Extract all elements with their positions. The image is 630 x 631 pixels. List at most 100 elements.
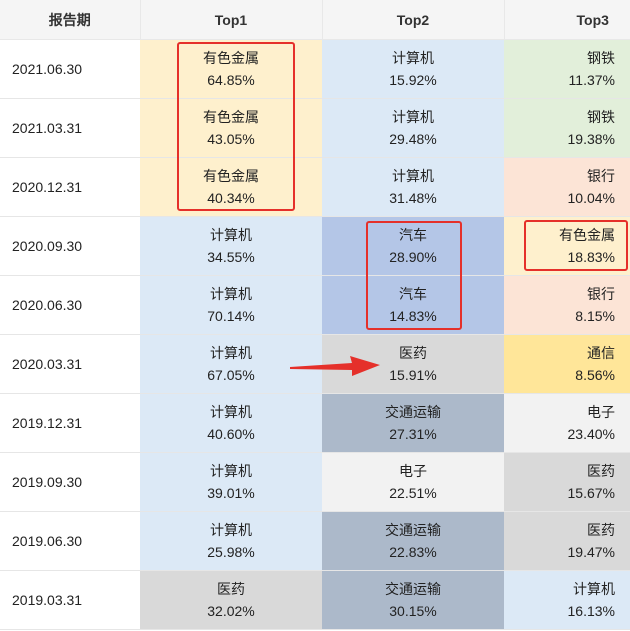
industry-weight: 29.48%: [389, 131, 437, 147]
report-period-cell: 2019.12.31: [0, 393, 140, 453]
top2-cell: 交通运输 22.83%: [322, 511, 504, 571]
industry-weight: 19.38%: [567, 131, 615, 147]
top1-cell: 计算机 25.98%: [140, 511, 322, 571]
header-top3[interactable]: Top3: [504, 0, 630, 40]
industry-weight: 27.31%: [389, 426, 437, 442]
industry-name: 电子: [587, 404, 615, 420]
top2-cell: 计算机 29.48%: [322, 98, 504, 158]
cell-content: 计算机 25.98%: [140, 519, 322, 563]
arrow-annotation: [290, 356, 380, 376]
industry-name: 有色金属: [203, 109, 259, 125]
report-period-cell: 2021.03.31: [0, 98, 140, 158]
industry-weight: 8.56%: [575, 367, 615, 383]
cell-content: 计算机 15.92%: [322, 47, 504, 91]
industry-name: 交通运输: [385, 522, 441, 538]
top3-cell: 电子 23.40%: [504, 393, 630, 453]
top2-cell: 计算机 15.92%: [322, 39, 504, 99]
top2-cell: 交通运输 27.31%: [322, 393, 504, 453]
industry-name: 计算机: [210, 286, 252, 302]
industry-weight: 8.15%: [575, 308, 615, 324]
industry-name: 计算机: [210, 227, 252, 243]
report-period-cell: 2019.06.30: [0, 511, 140, 571]
top2-cell: 汽车 28.90%: [322, 216, 504, 276]
industry-weight: 34.55%: [207, 249, 255, 265]
cell-content: 钢铁 11.37%: [504, 47, 615, 91]
top3-cell: 医药 19.47%: [504, 511, 630, 571]
industry-weight: 70.14%: [207, 308, 255, 324]
industry-weight: 23.40%: [567, 426, 615, 442]
industry-top3-table: 报告期 Top1 Top2 Top3 2021.06.30 有色金属 64.85% 计…: [0, 0, 630, 630]
industry-weight: 15.92%: [389, 72, 437, 88]
industry-name: 汽车: [399, 227, 427, 243]
industry-weight: 18.83%: [567, 249, 615, 265]
industry-weight: 11.37%: [568, 72, 615, 88]
table-row: 2019.03.31 医药 32.02% 交通运输 30.15% 计算机 16.13%: [0, 570, 630, 630]
top1-cell: 有色金属 40.34%: [140, 157, 322, 217]
report-period-cell: 2020.12.31: [0, 157, 140, 217]
industry-name: 通信: [587, 345, 615, 361]
cell-content: 计算机 16.13%: [504, 578, 615, 622]
industry-name: 交通运输: [385, 404, 441, 420]
industry-name: 有色金属: [559, 227, 615, 243]
cell-content: 交通运输 30.15%: [322, 578, 504, 622]
top2-cell: 交通运输 30.15%: [322, 570, 504, 630]
industry-name: 汽车: [399, 286, 427, 302]
cell-content: 银行 8.15%: [504, 283, 615, 327]
top2-cell: 电子 22.51%: [322, 452, 504, 512]
top1-cell: 有色金属 64.85%: [140, 39, 322, 99]
industry-weight: 25.98%: [207, 544, 255, 560]
table-row: 2020.12.31 有色金属 40.34% 计算机 31.48% 银行 10.04%: [0, 157, 630, 217]
cell-content: 电子 22.51%: [322, 460, 504, 504]
table-row: 2019.06.30 计算机 25.98% 交通运输 22.83% 医药 19.47%: [0, 511, 630, 571]
cell-content: 计算机 40.60%: [140, 401, 322, 445]
cell-content: 计算机 29.48%: [322, 106, 504, 150]
cell-content: 汽车 14.83%: [322, 283, 504, 327]
industry-name: 银行: [587, 168, 615, 184]
industry-weight: 28.90%: [389, 249, 437, 265]
cell-content: 计算机 39.01%: [140, 460, 322, 504]
cell-content: 有色金属 43.05%: [140, 106, 322, 150]
top1-cell: 医药 32.02%: [140, 570, 322, 630]
header-top1[interactable]: Top1: [140, 0, 323, 40]
industry-weight: 43.05%: [207, 131, 255, 147]
top3-cell: 钢铁 11.37%: [504, 39, 630, 99]
cell-content: 有色金属 64.85%: [140, 47, 322, 91]
cell-content: 计算机 34.55%: [140, 224, 322, 268]
industry-weight: 14.83%: [389, 308, 437, 324]
cell-content: 医药 32.02%: [140, 578, 322, 622]
industry-name: 计算机: [392, 50, 434, 66]
industry-name: 医药: [587, 522, 615, 538]
report-period-cell: 2020.09.30: [0, 216, 140, 276]
cell-content: 有色金属 40.34%: [140, 165, 322, 209]
industry-name: 电子: [399, 463, 427, 479]
header-row: 报告期 Top1 Top2 Top3: [0, 0, 630, 40]
top1-cell: 有色金属 43.05%: [140, 98, 322, 158]
header-report-period[interactable]: 报告期: [0, 0, 141, 40]
report-period-cell: 2019.03.31: [0, 570, 140, 630]
top1-cell: 计算机 70.14%: [140, 275, 322, 335]
top3-cell: 有色金属 18.83%: [504, 216, 630, 276]
cell-content: 计算机 31.48%: [322, 165, 504, 209]
industry-name: 计算机: [210, 522, 252, 538]
report-period-cell: 2020.06.30: [0, 275, 140, 335]
top3-cell: 计算机 16.13%: [504, 570, 630, 630]
industry-weight: 22.51%: [389, 485, 437, 501]
header-top2[interactable]: Top2: [322, 0, 505, 40]
top2-cell: 计算机 31.48%: [322, 157, 504, 217]
industry-name: 医药: [217, 581, 245, 597]
industry-name: 计算机: [573, 581, 615, 597]
table-row: 2021.06.30 有色金属 64.85% 计算机 15.92% 钢铁 11.37%: [0, 39, 630, 99]
top2-cell: 汽车 14.83%: [322, 275, 504, 335]
table-row: 2020.09.30 计算机 34.55% 汽车 28.90% 有色金属 18.83%: [0, 216, 630, 276]
top3-cell: 银行 10.04%: [504, 157, 630, 217]
cell-content: 交通运输 27.31%: [322, 401, 504, 445]
cell-content: 交通运输 22.83%: [322, 519, 504, 563]
industry-weight: 39.01%: [207, 485, 255, 501]
arrow-icon: [290, 356, 380, 376]
top3-cell: 医药 15.67%: [504, 452, 630, 512]
cell-content: 钢铁 19.38%: [504, 106, 615, 150]
table-row: 2020.06.30 计算机 70.14% 汽车 14.83% 银行 8.15%: [0, 275, 630, 335]
industry-weight: 31.48%: [389, 190, 437, 206]
cell-content: 银行 10.04%: [504, 165, 615, 209]
table-row: 2021.03.31 有色金属 43.05% 计算机 29.48% 钢铁 19.38%: [0, 98, 630, 158]
